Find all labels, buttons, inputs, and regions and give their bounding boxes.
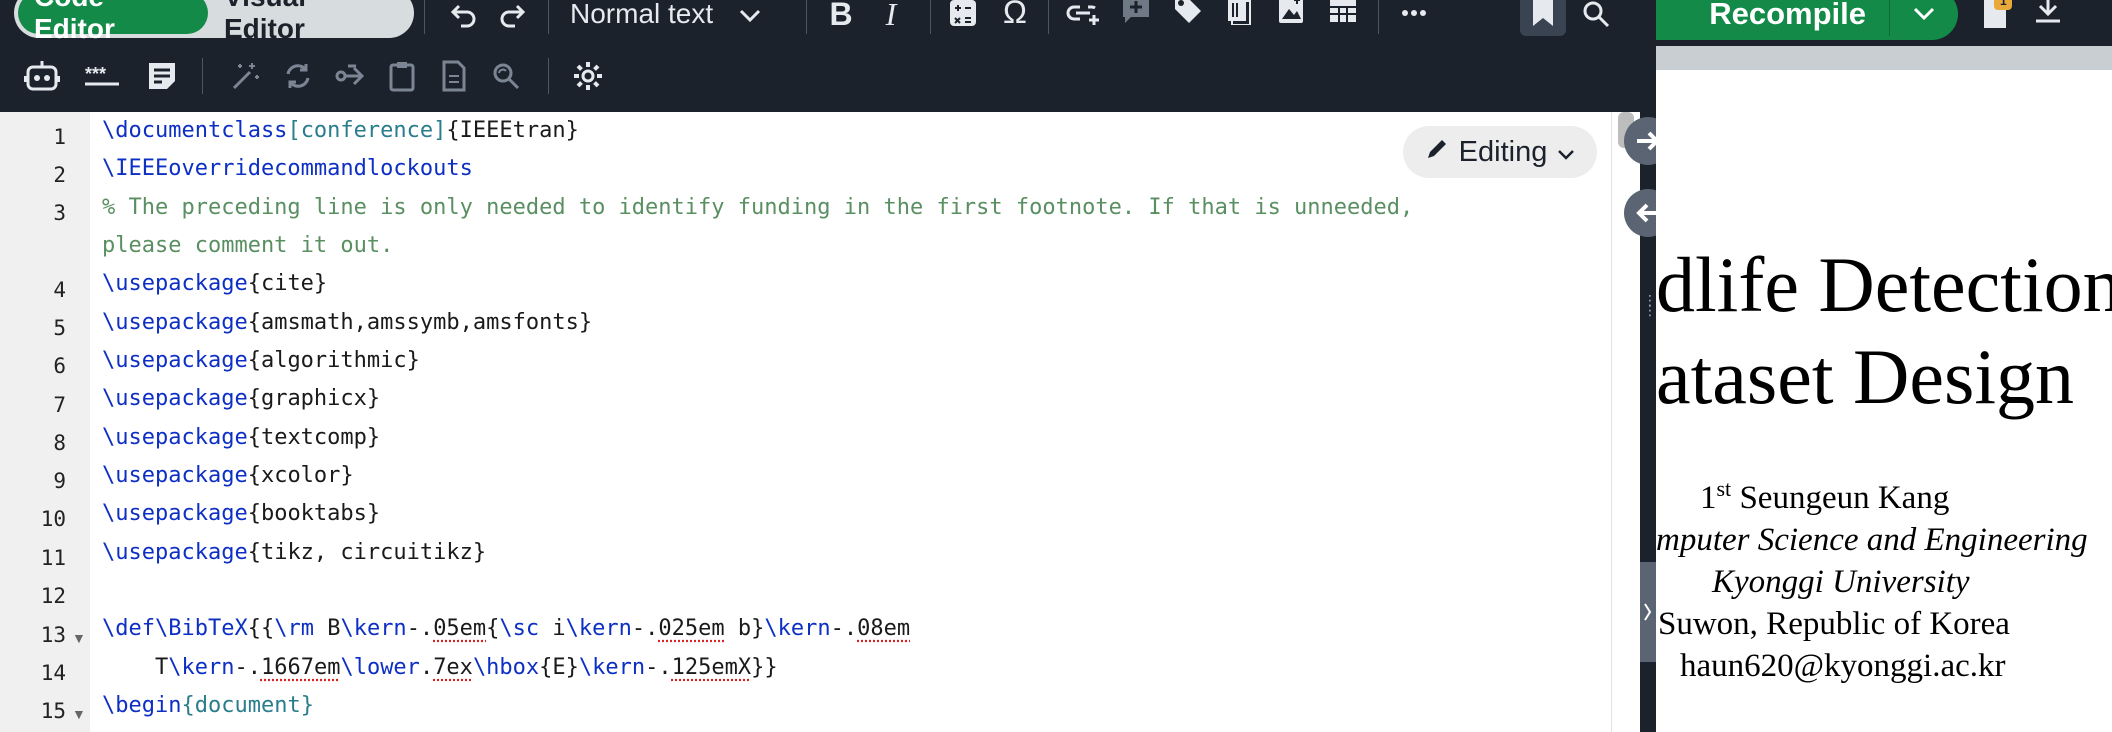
code-line: \begin{document} [102, 693, 314, 718]
math-icon[interactable] [946, 0, 980, 30]
code-editor[interactable]: \documentclass[conference]{IEEEtran} \IE… [102, 112, 1602, 732]
paper-title-line: dlife Detection [1656, 241, 2112, 328]
add-comment-icon[interactable] [1118, 0, 1154, 28]
more-options-icon[interactable] [1396, 0, 1432, 30]
clipboard-icon [382, 56, 422, 96]
code-line: \usepackage{xcolor} [102, 463, 354, 488]
undo-icon[interactable] [446, 0, 482, 30]
line-number: 4 [53, 278, 66, 302]
line-number: 14 [40, 661, 66, 685]
paper-title-line: ataset Design [1656, 333, 2075, 420]
logs-file-icon[interactable]: 1 [1978, 0, 2018, 34]
notes-icon[interactable] [142, 56, 182, 96]
pdf-viewer-header [1656, 46, 2112, 70]
code-line: \usepackage{booktabs} [102, 501, 381, 526]
code-line: \usepackage{cite} [102, 271, 328, 296]
code-line: T\kern-.1667em\lower.7ex\hbox{E}\kern-.1… [102, 655, 778, 680]
line-number: 6 [53, 354, 66, 378]
editor-toolbar: Code Editor Visual Editor Normal text B … [0, 0, 1653, 44]
line-number: 3 [53, 201, 66, 225]
code-line: \documentclass[conference]{IEEEtran} [102, 118, 579, 143]
svg-text:***: *** [85, 66, 106, 84]
fold-toggle-icon[interactable]: ▼ [72, 630, 86, 646]
chevron-down-icon [739, 0, 761, 30]
code-line: \usepackage{amsmath,amssymb,amsfonts} [102, 310, 593, 335]
author-email: haun620@kyonggi.ac.kr [1680, 648, 2006, 684]
code-line: \usepackage{graphicx} [102, 386, 381, 411]
bookmark-toggle-icon[interactable] [1520, 0, 1566, 36]
text-style-select[interactable]: Normal text [570, 0, 761, 32]
magic-fix-icon [226, 56, 266, 96]
link-icon[interactable] [1064, 0, 1104, 30]
code-line: \usepackage{algorithmic} [102, 348, 420, 373]
pdf-preview-page[interactable]: dlife Detection ataset Design 1st Seunge… [1656, 70, 2112, 732]
chevron-down-icon [1557, 136, 1575, 169]
editor-pane: Code Editor Visual Editor Normal text B … [0, 0, 1653, 732]
line-number: 8 [53, 431, 66, 455]
document-icon [434, 56, 474, 96]
insert-table-icon[interactable] [1326, 0, 1360, 28]
italic-icon[interactable]: I [874, 0, 908, 32]
toolbar-separator [1048, 0, 1049, 34]
insert-figure-icon[interactable] [1274, 0, 1308, 28]
search-replace-icon [486, 56, 526, 96]
line-number: 12 [40, 584, 66, 608]
recompile-label: Recompile [1709, 0, 1867, 31]
code-line: \def\BibTeX{{\rm B\kern-.05em{\sc i\kern… [102, 616, 911, 641]
ai-assistant-robot-icon[interactable] [22, 56, 62, 96]
text-style-label: Normal text [570, 0, 714, 29]
line-number: 2 [53, 163, 66, 187]
editing-mode-label: Editing [1458, 135, 1548, 168]
line-number: 15 [40, 699, 66, 723]
line-number: 13 [40, 623, 66, 647]
toolbar-separator [548, 58, 549, 94]
author-name: 1st Seungeun Kang [1700, 476, 1950, 516]
code-comment: please comment it out. [102, 233, 394, 258]
toolbar-separator [548, 0, 549, 34]
pencil-icon [1425, 136, 1449, 169]
toolbar-separator [424, 0, 425, 34]
line-number: 10 [40, 507, 66, 531]
search-icon[interactable] [1576, 0, 1616, 34]
sync-icon [278, 56, 318, 96]
line-number: 9 [53, 469, 66, 493]
drag-handle-icon[interactable]: ⋮ ⋮ [1643, 293, 1657, 335]
author-city: Suwon, Republic of Korea [1658, 606, 2010, 642]
code-editor-tab[interactable]: Code Editor [18, 0, 208, 44]
fold-toggle-icon[interactable]: ▼ [72, 706, 86, 722]
download-icon[interactable] [2032, 0, 2072, 34]
author-department: mputer Science and Engineering [1656, 522, 2088, 558]
recompile-button[interactable]: Recompile [1656, 0, 1958, 40]
toolbar-separator [1378, 0, 1379, 34]
settings-gear-icon[interactable] [568, 56, 608, 96]
code-line: \IEEEoverridecommandlockouts [102, 156, 473, 181]
cross-reference-icon[interactable] [1222, 0, 1256, 28]
line-number: 11 [40, 546, 66, 570]
code-line: \usepackage{textcomp} [102, 425, 381, 450]
omega-symbol-icon[interactable]: Ω [998, 0, 1032, 30]
editor-mode-switch: Code Editor Visual Editor [14, 0, 414, 44]
code-comment: % The preceding line is only needed to i… [102, 195, 1414, 220]
line-number: 7 [53, 393, 66, 417]
line-number: 5 [53, 316, 66, 340]
chevron-down-icon[interactable] [1890, 7, 1958, 21]
toolbar-separator [202, 58, 203, 94]
line-number: 1 [53, 125, 66, 149]
bold-icon[interactable]: B [824, 0, 858, 32]
code-line: \usepackage{tikz, circuitikz} [102, 540, 487, 565]
editor-secondary-toolbar: *** [0, 40, 1653, 112]
collapse-pdf-handle[interactable] [1640, 562, 1656, 662]
toolbar-separator [806, 0, 807, 34]
log-count-badge: 1 [2000, 0, 2007, 8]
password-mask-icon[interactable]: *** [82, 56, 122, 96]
merge-branch-icon [330, 56, 370, 96]
visual-editor-tab[interactable]: Visual Editor [208, 0, 408, 44]
redo-icon[interactable] [494, 0, 530, 30]
author-university: Kyonggi University [1712, 564, 1970, 600]
toolbar-separator [930, 0, 931, 34]
label-tag-icon[interactable] [1170, 0, 1206, 28]
editing-mode-dropdown[interactable]: Editing [1403, 126, 1597, 178]
